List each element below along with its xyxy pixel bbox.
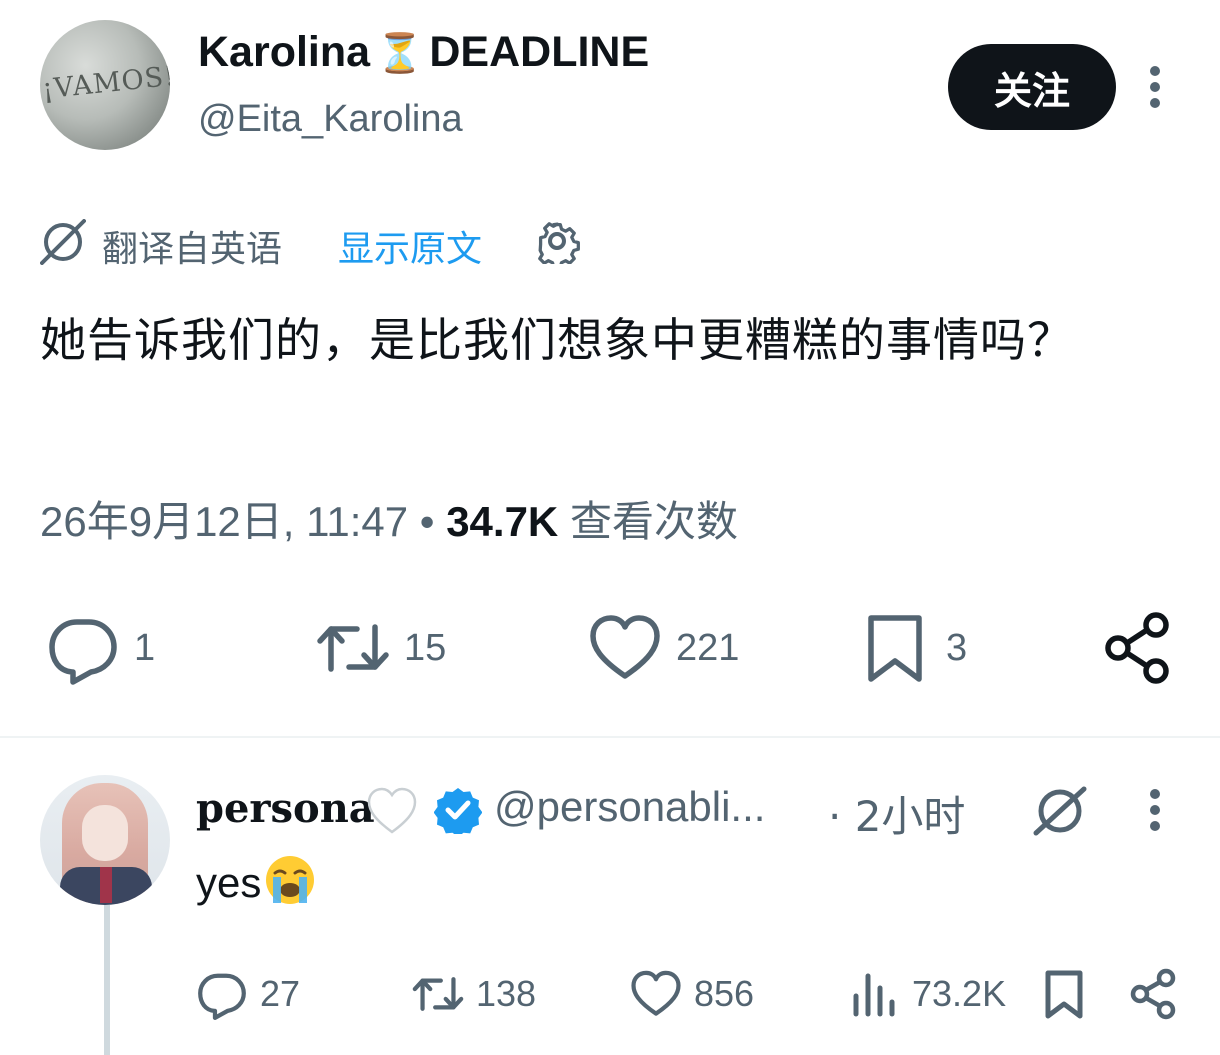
- share-icon: [1130, 968, 1176, 1020]
- reply-text: yes: [196, 853, 317, 907]
- reply-like-count: 856: [694, 973, 755, 1014]
- share-icon: [1105, 612, 1169, 684]
- share-button[interactable]: [1102, 605, 1176, 691]
- avatar-face: [82, 805, 128, 861]
- reply-icon: [198, 973, 246, 1020]
- retweet-icon: [317, 624, 389, 672]
- retweet-count: 15: [404, 626, 447, 669]
- author-name-text: Karolina: [198, 28, 371, 76]
- views-count: 34.7K: [446, 498, 559, 545]
- reply-share-button[interactable]: [1128, 962, 1180, 1026]
- tweet-meta: 26年9月12日, 11:47 • 34.7K 查看次数: [40, 488, 738, 549]
- follow-button[interactable]: 关注: [948, 44, 1116, 130]
- reply-button[interactable]: 1: [46, 605, 155, 691]
- reply-author-name[interactable]: persona: [196, 785, 375, 832]
- like-icon: [590, 615, 660, 679]
- reply-retweet-count: 138: [476, 973, 537, 1014]
- retweet-button[interactable]: 15: [316, 605, 446, 691]
- reply-views-count: 73.2K: [912, 973, 1007, 1014]
- gear-icon[interactable]: [534, 218, 580, 264]
- reply-icon: [49, 619, 117, 685]
- reply-author-handle[interactable]: @personabli...: [494, 783, 765, 831]
- author-name-suffix: DEADLINE: [429, 28, 650, 76]
- tweet-actions: 1 15 221 3: [0, 605, 1220, 691]
- translation-bar: 翻译自英语 显示原文: [40, 215, 600, 270]
- more-icon[interactable]: [1140, 785, 1170, 835]
- verified-icon: [434, 788, 482, 834]
- white-heart-icon: [367, 787, 417, 834]
- author-handle[interactable]: @Eita_Karolina: [198, 98, 463, 141]
- like-icon: [631, 970, 681, 1016]
- author-avatar[interactable]: ¡VAMOS!: [40, 20, 170, 150]
- views-label: 查看次数: [569, 498, 738, 545]
- reply-reply-button[interactable]: 27: [196, 962, 300, 1026]
- meta-separator: •: [419, 498, 435, 545]
- reply-reply-count: 27: [260, 973, 301, 1014]
- reply-bookmark-button[interactable]: [1038, 962, 1090, 1026]
- retweet-icon: [412, 977, 464, 1011]
- globe-slash-icon: [40, 219, 86, 265]
- bookmark-icon: [868, 615, 922, 682]
- divider: [0, 736, 1220, 738]
- reply-retweet-button[interactable]: 138: [412, 962, 536, 1026]
- reply-views-button[interactable]: 73.2K: [848, 962, 1006, 1026]
- reply-actions: 27 138 856 73.2K: [0, 962, 1220, 1026]
- reply-text-content: yes: [196, 859, 262, 906]
- hourglass-icon: ⏳: [376, 33, 424, 75]
- reply-time[interactable]: · 2小时: [828, 783, 965, 844]
- bookmark-count: 3: [946, 626, 968, 669]
- bookmark-icon: [1045, 970, 1083, 1019]
- more-icon[interactable]: [1140, 62, 1170, 112]
- like-button[interactable]: 221: [588, 605, 739, 691]
- crying-emoji: [266, 856, 315, 904]
- tweet-text: 她告诉我们的，是比我们想象中更糟糕的事情吗？: [40, 313, 1074, 367]
- views-icon: [853, 973, 895, 1017]
- avatar-text: ¡VAMOS!: [40, 60, 170, 106]
- reply-like-button[interactable]: 856: [630, 962, 754, 1026]
- globe-slash-icon[interactable]: [1032, 786, 1088, 836]
- like-count: 221: [676, 626, 740, 669]
- reply-avatar[interactable]: [40, 775, 170, 905]
- author-name[interactable]: Karolina ⏳ DEADLINE: [198, 28, 649, 77]
- translated-from-label: 翻译自英语: [102, 229, 283, 270]
- show-original-link[interactable]: 显示原文: [338, 220, 482, 272]
- timestamp[interactable]: 26年9月12日, 11:47: [40, 498, 408, 545]
- avatar-tie: [100, 867, 112, 903]
- bookmark-button[interactable]: 3: [858, 605, 967, 691]
- reply-count: 1: [134, 626, 156, 669]
